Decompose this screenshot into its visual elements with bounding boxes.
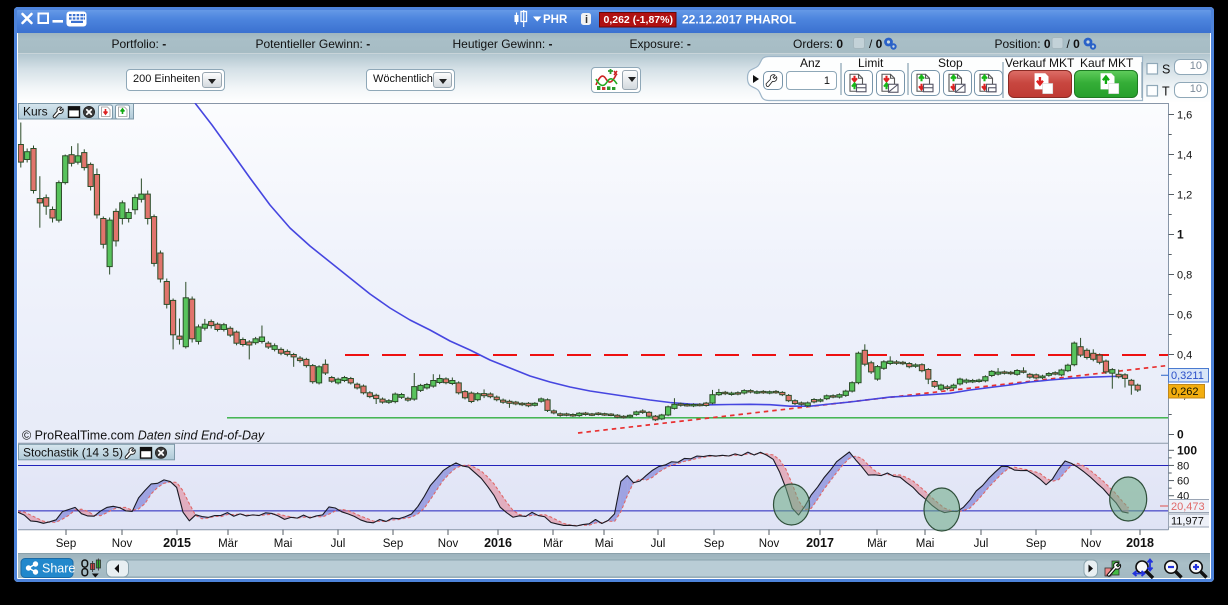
svg-text:Mär: Mär — [218, 538, 238, 550]
svg-text:2018: 2018 — [1126, 536, 1154, 550]
svg-text:Jul: Jul — [974, 538, 989, 550]
svg-text:0,8: 0,8 — [1177, 270, 1192, 282]
svg-text:i: i — [585, 14, 588, 26]
svg-text:Sep: Sep — [56, 538, 76, 550]
svg-text:11,977: 11,977 — [1171, 516, 1204, 528]
svg-text:Jul: Jul — [331, 538, 346, 550]
svg-text:Mär: Mär — [867, 538, 887, 550]
svg-text:0,262: 0,262 — [1171, 386, 1199, 398]
svg-text:2017: 2017 — [806, 536, 834, 550]
svg-text:0,6: 0,6 — [1177, 310, 1192, 322]
svg-text:Nov: Nov — [759, 538, 780, 550]
svg-text:22.12.2017 PHAROL: 22.12.2017 PHAROL — [682, 13, 796, 27]
svg-text:Stochastik (14 3 5): Stochastik (14 3 5) — [23, 445, 123, 459]
svg-text:Kurs: Kurs — [23, 105, 48, 119]
svg-text:Nov: Nov — [438, 538, 459, 550]
svg-text:Mär: Mär — [543, 538, 563, 550]
svg-text:60: 60 — [1177, 476, 1189, 488]
svg-text:80: 80 — [1177, 460, 1189, 472]
svg-text:0,262 (-1,87%): 0,262 (-1,87%) — [604, 14, 673, 26]
svg-text:Sep: Sep — [383, 538, 403, 550]
svg-text:2016: 2016 — [484, 536, 512, 550]
svg-text:T: T — [1162, 85, 1170, 99]
svg-text:Mai: Mai — [274, 538, 293, 550]
svg-text:Share: Share — [42, 561, 75, 575]
svg-text:Nov: Nov — [1081, 538, 1102, 550]
svg-text:20,473: 20,473 — [1171, 501, 1205, 513]
svg-text:Jul: Jul — [651, 538, 666, 550]
svg-text:Mai: Mai — [595, 538, 614, 550]
svg-text:Sep: Sep — [704, 538, 724, 550]
svg-text:2015: 2015 — [163, 536, 191, 550]
svg-text:S: S — [1162, 63, 1170, 77]
svg-text:0,4: 0,4 — [1177, 350, 1192, 362]
svg-text:1: 1 — [1177, 228, 1184, 242]
svg-text:Mai: Mai — [916, 538, 935, 550]
svg-text:1,2: 1,2 — [1177, 190, 1192, 202]
svg-text:1,4: 1,4 — [1177, 150, 1192, 162]
svg-text:1,6: 1,6 — [1177, 110, 1192, 122]
svg-text:PHR: PHR — [543, 14, 568, 26]
svg-text:Sep: Sep — [1026, 538, 1046, 550]
svg-text:100: 100 — [1177, 443, 1197, 457]
svg-text:0,3211: 0,3211 — [1171, 370, 1204, 382]
svg-text:© ProRealTime.com Daten sind E: © ProRealTime.com Daten sind End-of-Day — [22, 429, 265, 443]
svg-text:Nov: Nov — [112, 538, 133, 550]
svg-text:0: 0 — [1177, 428, 1184, 442]
